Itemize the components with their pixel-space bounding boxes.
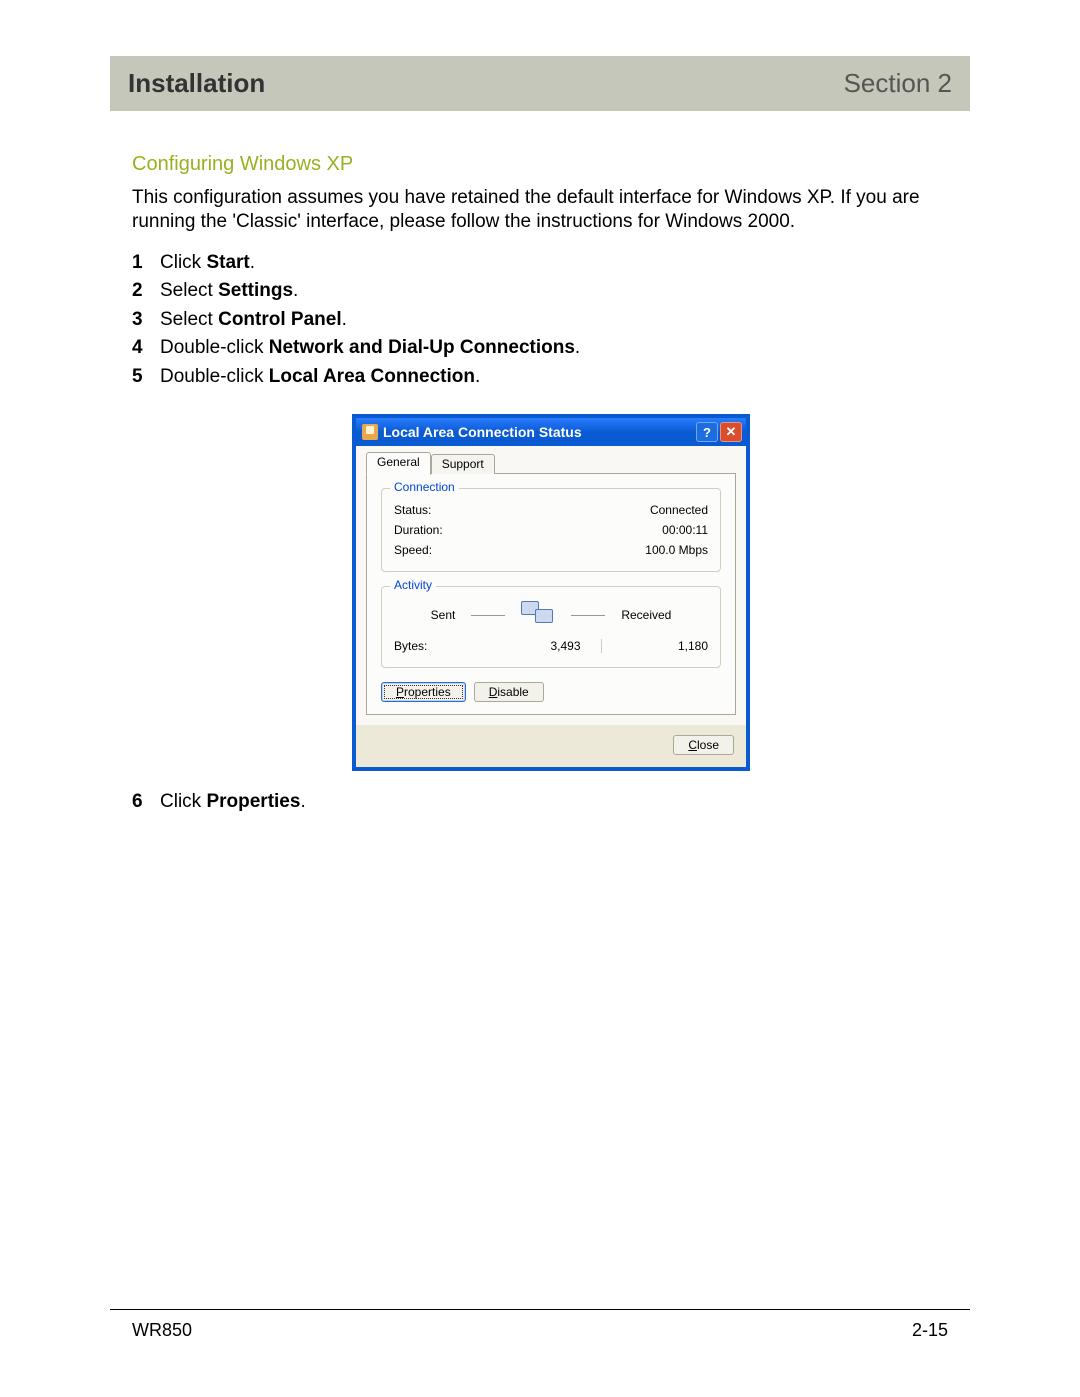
received-label: Received	[621, 608, 671, 622]
xp-titlebar: Local Area Connection Status ? ✕	[356, 418, 746, 446]
disable-button[interactable]: Disable	[474, 682, 544, 702]
step-6: 6 Click Properties.	[132, 789, 970, 816]
activity-group: Activity Sent Received Bytes: 3,493	[381, 586, 721, 668]
intro-text: This configuration assumes you have reta…	[132, 186, 970, 234]
speed-value: 100.0 Mbps	[645, 543, 708, 557]
sent-label: Sent	[431, 608, 456, 622]
dialog-title: Local Area Connection Status	[383, 424, 582, 440]
steps-list: 1 Click Start. 2 Select Settings. 3 Sele…	[132, 250, 970, 391]
bytes-label: Bytes:	[394, 639, 474, 653]
tab-support[interactable]: Support	[431, 454, 495, 474]
activity-label: Activity	[390, 578, 436, 592]
footer-model: WR850	[132, 1320, 192, 1341]
step-3: 3 Select Control Panel.	[132, 307, 970, 334]
step-4: 4 Double-click Network and Dial-Up Conne…	[132, 335, 970, 362]
header-section: Section 2	[844, 68, 952, 99]
header-title: Installation	[128, 68, 265, 99]
xp-dialog: Local Area Connection Status ? ✕ General…	[352, 414, 750, 771]
speed-label: Speed:	[394, 543, 432, 557]
properties-button[interactable]: Properties	[381, 682, 466, 702]
sub-heading: Configuring Windows XP	[132, 153, 970, 176]
tab-general[interactable]: General	[366, 452, 431, 475]
connection-icon	[362, 424, 378, 440]
status-value: Connected	[650, 503, 708, 517]
bytes-sent: 3,493	[474, 639, 601, 653]
duration-value: 00:00:11	[662, 523, 708, 537]
network-icon	[521, 601, 555, 629]
close-icon[interactable]: ✕	[720, 422, 742, 442]
step-5: 5 Double-click Local Area Connection.	[132, 364, 970, 391]
footer-page: 2-15	[912, 1320, 948, 1341]
connection-group: Connection Status: Connected Duration: 0…	[381, 488, 721, 572]
step-1: 1 Click Start.	[132, 250, 970, 277]
step-2: 2 Select Settings.	[132, 278, 970, 305]
help-button[interactable]: ?	[696, 422, 718, 442]
duration-label: Duration:	[394, 523, 443, 537]
page-footer: WR850 2-15	[110, 1309, 970, 1341]
section-header: Installation Section 2	[110, 56, 970, 111]
status-label: Status:	[394, 503, 431, 517]
close-button[interactable]: Close	[673, 735, 734, 755]
bytes-received: 1,180	[602, 639, 709, 653]
connection-label: Connection	[390, 480, 459, 494]
